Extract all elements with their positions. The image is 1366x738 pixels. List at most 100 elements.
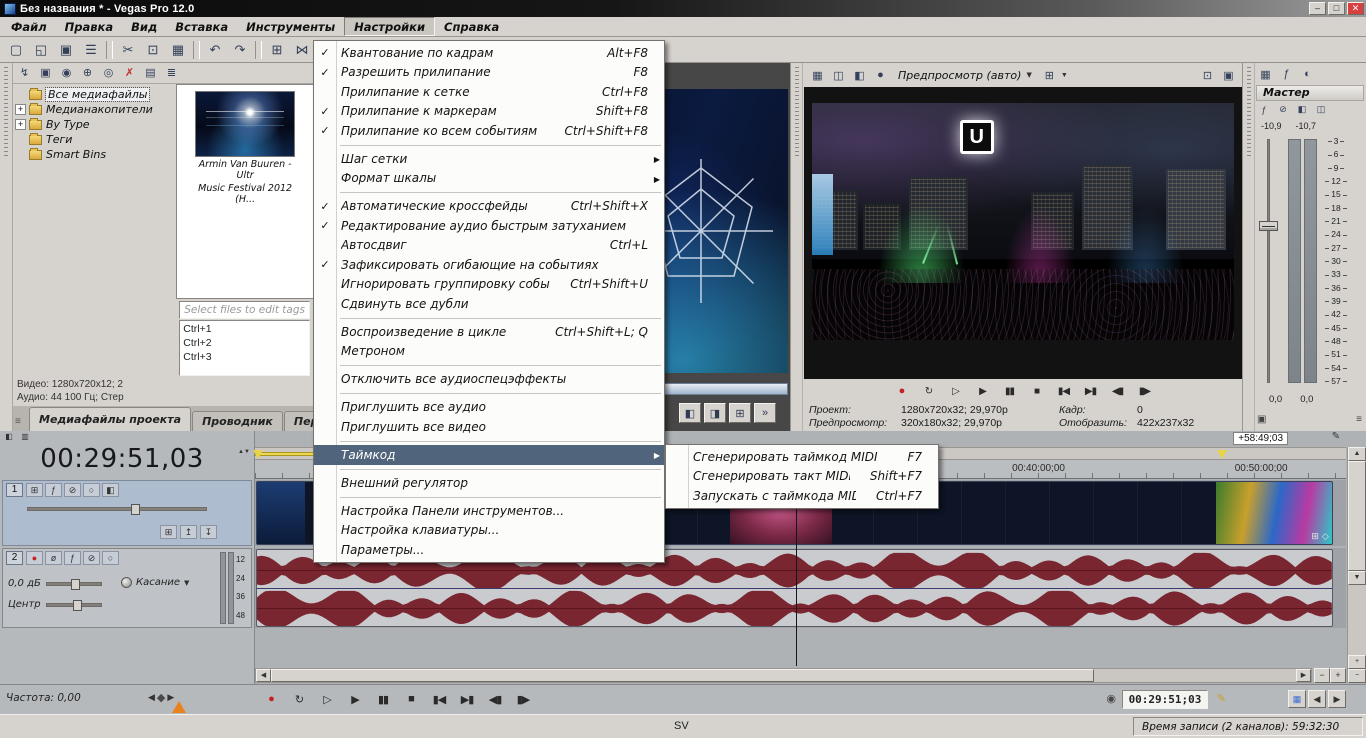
menu-item[interactable]: Воспроизведение в циклеCtrl+Shift+L; Q	[314, 322, 664, 342]
arm-record-button[interactable]: ●	[26, 551, 43, 565]
menu-item[interactable]	[314, 389, 664, 398]
menu-item[interactable]: Приглушить все аудио	[314, 398, 664, 418]
get-media-from-web-button[interactable]: ⊕	[78, 64, 97, 81]
cut-button[interactable]: ✂	[116, 39, 140, 60]
menu-item[interactable]	[314, 361, 664, 370]
track-fx-button[interactable]: ƒ	[45, 483, 62, 497]
menu-item[interactable]: Прилипание к сеткеCtrl+F8	[314, 82, 664, 102]
minimize-button[interactable]: –	[1309, 2, 1326, 15]
master-fader-handle[interactable]	[1259, 221, 1278, 231]
toolbar-separator[interactable]	[255, 41, 262, 59]
stop-button[interactable]: ■	[398, 688, 424, 710]
scroll-down-button[interactable]: ▼	[1348, 571, 1366, 585]
track-solo-button[interactable]: ○	[83, 483, 100, 497]
auto-crossfade-button[interactable]: ⋈	[290, 39, 314, 60]
scrollbar-thumb[interactable]	[1348, 461, 1366, 571]
media-properties-button[interactable]: ▤	[141, 64, 160, 81]
toolbar-separator[interactable]	[106, 41, 113, 59]
master-fx-button[interactable]: ƒ	[1256, 103, 1272, 116]
tree-item[interactable]: Все медиафайлы	[13, 87, 176, 102]
menu-item[interactable]: Таймкод▶	[314, 445, 664, 465]
menu-item[interactable]	[314, 314, 664, 323]
go-to-start-button[interactable]: ▮◀	[1051, 381, 1076, 401]
cursor-timecode-display[interactable]: 00:29:51,03	[10, 444, 234, 475]
next-frame-button[interactable]: ▮▶	[1132, 381, 1157, 401]
track-volume-slider[interactable]	[46, 582, 102, 586]
preview-quality-color-button[interactable]: ●	[871, 67, 890, 84]
automation-mode-dropdown[interactable]: Касание ▼	[121, 577, 189, 588]
copy-button[interactable]: ⊡	[141, 39, 165, 60]
menu-item[interactable]: Приглушить все видео	[314, 417, 664, 437]
trimmer-overlay-button[interactable]: ⊞	[729, 403, 751, 423]
track-list-tool-1[interactable]: ◧	[2, 432, 16, 444]
project-video-properties-button[interactable]: ▦	[808, 67, 827, 84]
menubar-item-insert[interactable]: Вставка	[166, 17, 237, 36]
save-snapshot-button[interactable]: ▣	[1219, 67, 1238, 84]
pencil-icon[interactable]: ✎	[1328, 431, 1344, 445]
track-automation-button[interactable]: ⊞	[160, 525, 177, 539]
track-list-tool-2[interactable]: ▥	[18, 432, 32, 444]
timeline-vertical-scrollbar[interactable]: ▲ ▼ + −	[1347, 447, 1366, 683]
event-pan-crop-icon[interactable]: ⊞	[1311, 531, 1319, 542]
chevron-down-icon[interactable]: ▼	[1061, 72, 1068, 79]
zoom-in-button[interactable]: +	[1330, 668, 1346, 683]
invert-phase-button[interactable]: ø	[45, 551, 62, 565]
tree-item[interactable]: +By Type	[13, 117, 176, 132]
meter-options-icon[interactable]: ≡	[1356, 414, 1362, 425]
timeline-marker[interactable]	[253, 450, 263, 459]
menu-item[interactable]: АвтосдвигCtrl+L	[314, 236, 664, 256]
menu-item[interactable]	[314, 188, 664, 197]
menu-item[interactable]	[314, 465, 664, 474]
timeline-horizontal-scrollbar[interactable]: ◀ ▶	[255, 668, 1312, 683]
tab-explorer[interactable]: Проводник	[192, 411, 283, 431]
go-to-end-button[interactable]: ▶▮	[1078, 381, 1103, 401]
menu-item[interactable]: Внешний регулятор	[314, 473, 664, 493]
menu-item[interactable]	[314, 493, 664, 502]
menu-item[interactable]: Настройка Панели инструментов...	[314, 501, 664, 521]
play-button[interactable]: ▶	[342, 688, 368, 710]
track-pan-slider[interactable]	[46, 603, 102, 607]
menu-item[interactable]: Шаг сетки▶	[314, 149, 664, 169]
menubar-item-edit[interactable]: Правка	[56, 17, 122, 36]
play-button[interactable]: ▶	[970, 381, 995, 401]
track-down-button[interactable]: ↧	[200, 525, 217, 539]
menu-item[interactable]: ✓Автоматические кроссфейдыCtrl+Shift+X	[314, 197, 664, 217]
menu-item[interactable]: ✓Прилипание ко всем событиямCtrl+Shift+F…	[314, 121, 664, 141]
undo-button[interactable]: ↶	[203, 39, 227, 60]
shortcut-row[interactable]: Ctrl+3	[183, 350, 306, 364]
copy-snapshot-button[interactable]: ⊡	[1198, 67, 1217, 84]
track-zoom-out-button[interactable]: −	[1348, 669, 1366, 683]
tag-edit-input[interactable]: Select files to edit tags	[179, 301, 310, 319]
menu-item[interactable]: ✓Квантование по кадрамAlt+F8	[314, 43, 664, 63]
open-project-button[interactable]: ◱	[29, 39, 53, 60]
docking-grid-icon[interactable]: ▦	[1288, 690, 1306, 708]
menubar-item-tools[interactable]: Инструменты	[237, 17, 344, 36]
track-opacity-slider[interactable]	[27, 507, 207, 511]
capture-video-button[interactable]: ◉	[57, 64, 76, 81]
trimmer-add-to-timeline-button[interactable]: ◧	[679, 403, 701, 423]
tree-item[interactable]: Теги	[13, 132, 176, 147]
scroll-up-button[interactable]: ▲	[1348, 447, 1366, 461]
play-from-start-button[interactable]: ▷	[314, 688, 340, 710]
auto-preview-button[interactable]: ↯	[15, 64, 34, 81]
go-to-start-button[interactable]: ▮◀	[426, 688, 452, 710]
master-downmix-button[interactable]: ◫	[1313, 103, 1329, 116]
expander-icon[interactable]: +	[15, 119, 26, 130]
close-button[interactable]: ✕	[1347, 2, 1364, 15]
tree-item[interactable]: Smart Bins	[13, 147, 176, 162]
media-clip-item[interactable]: Armin Van Buuren - Ultr Music Festival 2…	[192, 91, 298, 205]
menubar-item-options[interactable]: Настройки	[344, 17, 435, 36]
timecode-spinner[interactable]: ▲▼	[238, 449, 248, 456]
video-track-header[interactable]: 1 ⊞ƒ⊘○◧ ⊞ ↥ ↧	[2, 480, 252, 546]
submenu-item[interactable]: Сгенерировать таймкод MIDIF7	[666, 447, 938, 467]
pause-button[interactable]: ▮▮	[997, 381, 1022, 401]
track-mute-button[interactable]: ⊘	[83, 551, 100, 565]
record-button[interactable]: ●	[258, 688, 284, 710]
scrollbar-thumb[interactable]	[271, 669, 1094, 682]
import-media-button[interactable]: ▣	[36, 64, 55, 81]
dock-scroll-right-button[interactable]: ▶	[1328, 690, 1346, 708]
previous-frame-button[interactable]: ◀▮	[482, 688, 508, 710]
stop-button[interactable]: ■	[1024, 381, 1049, 401]
submenu-item[interactable]: Сгенерировать такт MIDIShift+F7	[666, 467, 938, 487]
meter-lock-icon[interactable]: ▣	[1257, 414, 1266, 425]
